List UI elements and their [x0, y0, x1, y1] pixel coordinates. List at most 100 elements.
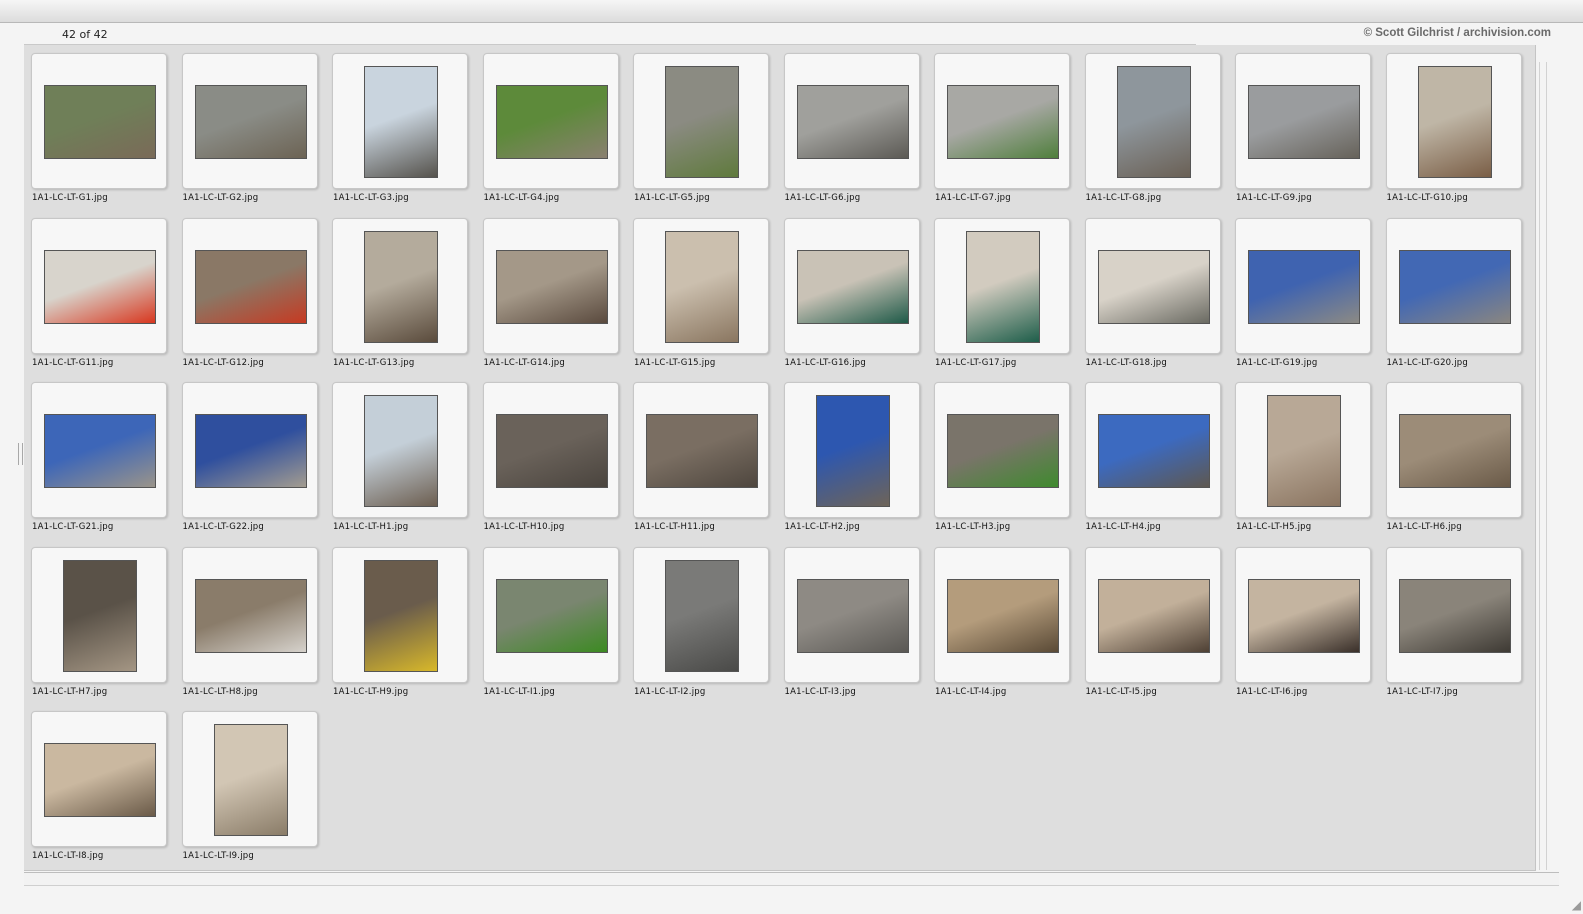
thumbnail-item[interactable]: 1A1-LC-LT-I1.jpg: [476, 541, 626, 705]
thumbnail-item[interactable]: 1A1-LC-LT-H4.jpg: [1078, 376, 1228, 540]
thumbnail-image[interactable]: [364, 230, 438, 343]
thumbnail-image[interactable]: [796, 578, 909, 653]
thumbnail-item[interactable]: 1A1-LC-LT-I9.jpg: [175, 705, 325, 869]
thumbnail-image[interactable]: [364, 395, 438, 507]
thumbnail-image[interactable]: [1097, 249, 1210, 324]
thumbnail-frame[interactable]: [31, 711, 167, 847]
thumbnail-image[interactable]: [665, 66, 739, 178]
thumbnail-image[interactable]: [665, 230, 739, 343]
thumbnail-image[interactable]: [44, 743, 156, 817]
thumbnail-item[interactable]: 1A1-LC-LT-G19.jpg: [1228, 212, 1378, 376]
thumbnail-frame[interactable]: [31, 546, 167, 683]
thumbnail-frame[interactable]: [332, 382, 468, 518]
thumbnail-item[interactable]: 1A1-LC-LT-G13.jpg: [325, 212, 475, 376]
thumbnail-image[interactable]: [213, 724, 288, 836]
thumbnail-image[interactable]: [1097, 414, 1210, 488]
thumbnail-frame[interactable]: [1084, 546, 1221, 683]
thumbnail-image[interactable]: [364, 66, 438, 178]
thumbnail-frame[interactable]: [633, 53, 769, 189]
thumbnail-item[interactable]: 1A1-LC-LT-G3.jpg: [325, 47, 475, 211]
thumbnail-frame[interactable]: [332, 217, 468, 354]
thumbnail-item[interactable]: 1A1-LC-LT-I4.jpg: [927, 541, 1077, 705]
thumbnail-image[interactable]: [194, 85, 307, 159]
thumbnail-frame[interactable]: [1385, 382, 1522, 518]
thumbnail-image[interactable]: [665, 559, 739, 672]
thumbnail-item[interactable]: 1A1-LC-LT-G7.jpg: [927, 47, 1077, 211]
thumbnail-frame[interactable]: [783, 546, 920, 683]
thumbnail-item[interactable]: 1A1-LC-LT-G12.jpg: [175, 212, 325, 376]
thumbnail-item[interactable]: 1A1-LC-LT-H9.jpg: [325, 541, 475, 705]
thumbnail-image[interactable]: [796, 85, 909, 159]
thumbnail-item[interactable]: 1A1-LC-LT-H3.jpg: [927, 376, 1077, 540]
thumbnail-item[interactable]: 1A1-LC-LT-G9.jpg: [1228, 47, 1378, 211]
thumbnail-frame[interactable]: [482, 217, 619, 354]
thumbnail-item[interactable]: 1A1-LC-LT-G21.jpg: [24, 376, 174, 540]
thumbnail-item[interactable]: 1A1-LC-LT-G18.jpg: [1078, 212, 1228, 376]
thumbnail-item[interactable]: 1A1-LC-LT-H2.jpg: [777, 376, 927, 540]
vertical-scrollbar[interactable]: [1539, 62, 1547, 870]
thumbnail-item[interactable]: 1A1-LC-LT-G6.jpg: [777, 47, 927, 211]
thumbnail-image[interactable]: [63, 559, 137, 672]
thumbnail-image[interactable]: [947, 578, 1059, 653]
thumbnail-image[interactable]: [1248, 578, 1360, 653]
thumbnail-image[interactable]: [495, 578, 608, 653]
thumbnail-item[interactable]: 1A1-LC-LT-I7.jpg: [1379, 541, 1529, 705]
thumbnail-frame[interactable]: [1385, 53, 1522, 189]
thumbnail-frame[interactable]: [1235, 382, 1371, 518]
thumbnail-item[interactable]: 1A1-LC-LT-G5.jpg: [626, 47, 776, 211]
thumbnail-item[interactable]: 1A1-LC-LT-G4.jpg: [476, 47, 626, 211]
thumbnail-frame[interactable]: [181, 711, 318, 847]
thumbnail-item[interactable]: 1A1-LC-LT-H6.jpg: [1379, 376, 1529, 540]
thumbnail-frame[interactable]: [934, 217, 1070, 354]
thumbnail-image[interactable]: [1097, 578, 1210, 653]
thumbnail-image[interactable]: [966, 230, 1040, 343]
thumbnail-image[interactable]: [44, 414, 156, 488]
thumbnail-item[interactable]: 1A1-LC-LT-H10.jpg: [476, 376, 626, 540]
thumbnail-frame[interactable]: [332, 546, 468, 683]
thumbnail-frame[interactable]: [332, 53, 468, 189]
thumbnail-item[interactable]: 1A1-LC-LT-G22.jpg: [175, 376, 325, 540]
thumbnail-item[interactable]: 1A1-LC-LT-G10.jpg: [1379, 47, 1529, 211]
thumbnail-image[interactable]: [1417, 66, 1492, 178]
thumbnail-image[interactable]: [194, 249, 307, 324]
thumbnail-item[interactable]: 1A1-LC-LT-H8.jpg: [175, 541, 325, 705]
thumbnail-frame[interactable]: [1235, 53, 1371, 189]
thumbnail-item[interactable]: 1A1-LC-LT-G20.jpg: [1379, 212, 1529, 376]
thumbnail-item[interactable]: 1A1-LC-LT-G11.jpg: [24, 212, 174, 376]
thumbnail-item[interactable]: 1A1-LC-LT-I2.jpg: [626, 541, 776, 705]
thumbnail-frame[interactable]: [1385, 217, 1522, 354]
thumbnail-item[interactable]: 1A1-LC-LT-G14.jpg: [476, 212, 626, 376]
thumbnail-frame[interactable]: [31, 53, 167, 189]
thumbnail-image[interactable]: [495, 414, 608, 488]
thumbnail-frame[interactable]: [934, 382, 1070, 518]
thumbnail-item[interactable]: 1A1-LC-LT-I6.jpg: [1228, 541, 1378, 705]
thumbnail-frame[interactable]: [181, 217, 318, 354]
thumbnail-image[interactable]: [44, 249, 156, 324]
thumbnail-item[interactable]: 1A1-LC-LT-H1.jpg: [325, 376, 475, 540]
thumbnail-item[interactable]: 1A1-LC-LT-G8.jpg: [1078, 47, 1228, 211]
thumbnail-image[interactable]: [947, 85, 1059, 159]
thumbnail-frame[interactable]: [934, 546, 1070, 683]
thumbnail-item[interactable]: 1A1-LC-LT-H5.jpg: [1228, 376, 1378, 540]
thumbnail-image[interactable]: [1248, 249, 1360, 324]
thumbnail-item[interactable]: 1A1-LC-LT-G16.jpg: [777, 212, 927, 376]
thumbnail-frame[interactable]: [31, 382, 167, 518]
left-resize-handle[interactable]: [18, 443, 23, 465]
thumbnail-image[interactable]: [495, 249, 608, 324]
thumbnail-image[interactable]: [1267, 395, 1341, 507]
thumbnail-frame[interactable]: [1235, 217, 1371, 354]
thumbnail-item[interactable]: 1A1-LC-LT-H11.jpg: [626, 376, 776, 540]
thumbnail-frame[interactable]: [633, 546, 769, 683]
thumbnail-image[interactable]: [815, 395, 890, 507]
thumbnail-frame[interactable]: [482, 546, 619, 683]
thumbnail-item[interactable]: 1A1-LC-LT-G15.jpg: [626, 212, 776, 376]
thumbnail-item[interactable]: 1A1-LC-LT-G17.jpg: [927, 212, 1077, 376]
thumbnail-item[interactable]: 1A1-LC-LT-G2.jpg: [175, 47, 325, 211]
thumbnail-image[interactable]: [44, 85, 156, 159]
thumbnail-frame[interactable]: [31, 217, 167, 354]
thumbnail-item[interactable]: 1A1-LC-LT-I3.jpg: [777, 541, 927, 705]
thumbnail-frame[interactable]: [1084, 382, 1221, 518]
thumbnail-frame[interactable]: [1084, 217, 1221, 354]
thumbnail-frame[interactable]: [1385, 546, 1522, 683]
thumbnail-image[interactable]: [947, 414, 1059, 488]
